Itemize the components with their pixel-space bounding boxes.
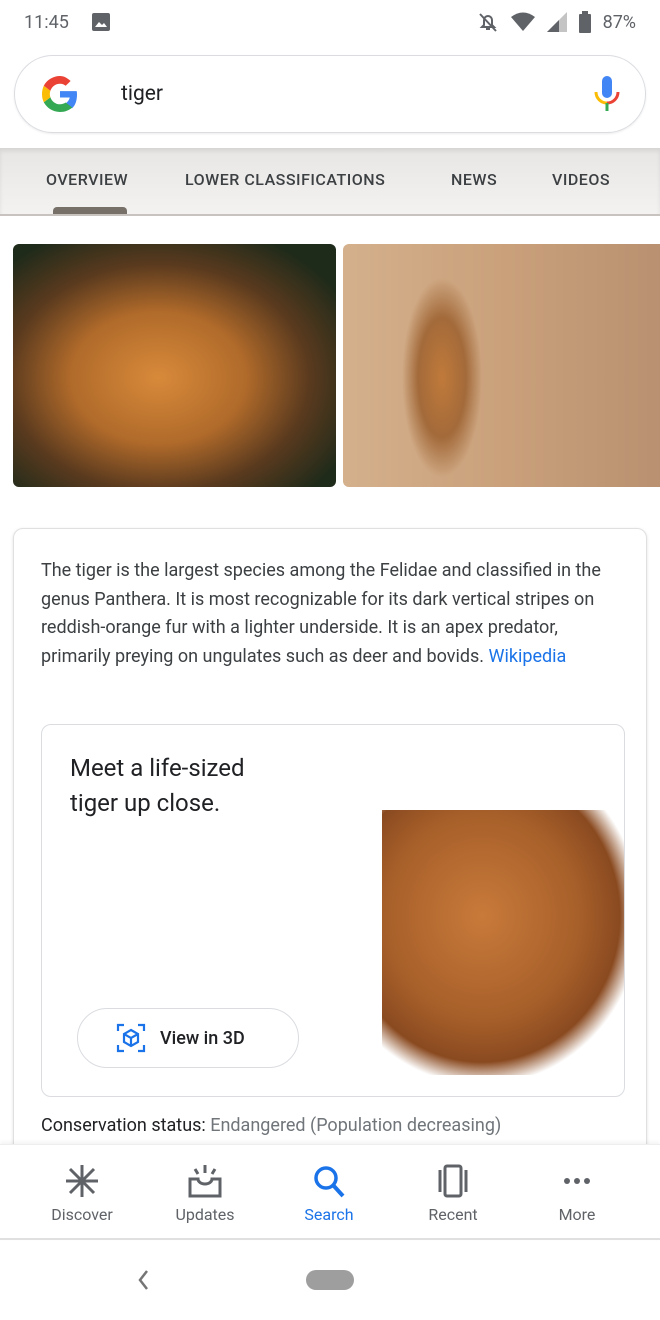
asterisk-icon: [66, 1165, 98, 1197]
bell-off-icon: [478, 13, 497, 32]
battery-icon: [578, 11, 591, 33]
search-icon: [314, 1166, 345, 1198]
more-icon: [564, 1178, 590, 1184]
ar-card[interactable]: Meet a life-sized tiger up close. View i…: [41, 724, 625, 1097]
home-pill[interactable]: [306, 1270, 354, 1290]
recent-icon: [438, 1164, 468, 1198]
tab-bar: OVERVIEW LOWER CLASSIFICATIONS NEWS VIDE…: [0, 148, 660, 216]
cube-3d-icon: [116, 1023, 146, 1053]
updates-icon: [188, 1165, 222, 1198]
description: The tiger is the largest species among t…: [41, 560, 601, 667]
google-logo-icon: [42, 76, 77, 112]
nav-more[interactable]: More: [515, 1163, 639, 1224]
back-icon[interactable]: [136, 1268, 152, 1292]
status-bar: 11:45 87%: [0, 0, 660, 44]
view-in-3d-button[interactable]: View in 3D: [77, 1008, 299, 1068]
knowledge-card: The tiger is the largest species among t…: [13, 528, 647, 1168]
nav-recent[interactable]: Recent: [391, 1163, 515, 1224]
wikipedia-link[interactable]: Wikipedia: [489, 646, 567, 667]
tab-lower-classifications[interactable]: LOWER CLASSIFICATIONS: [185, 170, 385, 189]
clock: 11:45: [24, 11, 69, 33]
nav-discover[interactable]: Discover: [20, 1163, 144, 1224]
nav-updates[interactable]: Updates: [143, 1163, 267, 1224]
search-query[interactable]: tiger: [121, 82, 163, 106]
wifi-icon: [510, 12, 535, 31]
tab-overview[interactable]: OVERVIEW: [46, 170, 128, 189]
active-tab-indicator: [53, 207, 127, 214]
tab-videos[interactable]: VIDEOS: [552, 170, 610, 189]
signal-icon: [546, 12, 567, 32]
conservation-status: Conservation status: Endangered (Populat…: [41, 1115, 502, 1136]
battery-level: 87%: [602, 11, 636, 33]
search-bar[interactable]: tiger: [14, 55, 646, 133]
ar-title: Meet a life-sized tiger up close.: [70, 754, 245, 817]
bottom-nav: Discover Updates Search Recent More: [0, 1144, 660, 1240]
tiger-image-2[interactable]: [343, 244, 660, 487]
nav-search[interactable]: Search: [267, 1163, 391, 1224]
microphone-icon[interactable]: [593, 76, 621, 112]
system-navigation: [0, 1242, 660, 1320]
3d-tiger-image: [382, 810, 624, 1075]
image-notification-icon: [91, 13, 110, 31]
tiger-image-1[interactable]: [13, 244, 336, 487]
tab-news[interactable]: NEWS: [451, 170, 497, 189]
